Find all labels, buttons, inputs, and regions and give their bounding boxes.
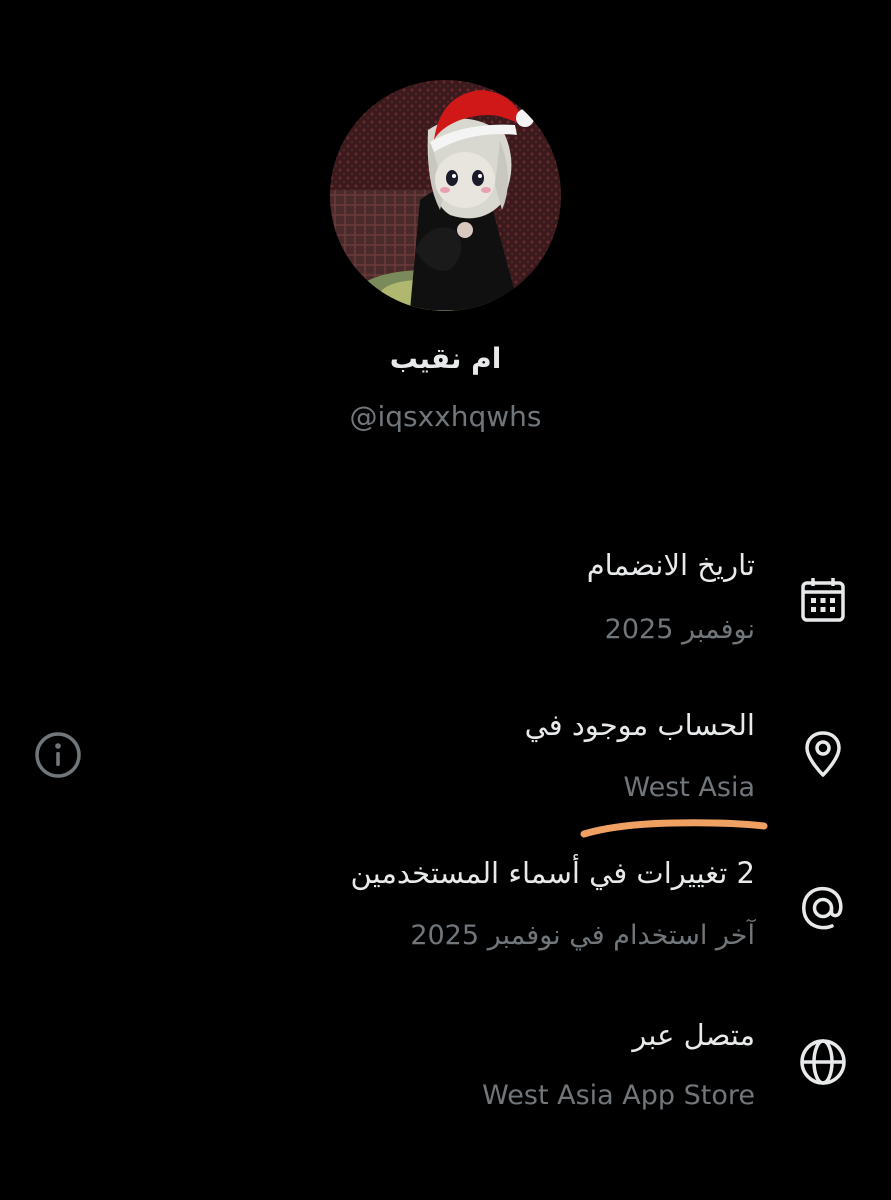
calendar-icon bbox=[797, 574, 849, 626]
connected-via-title: متصل عبر bbox=[632, 1018, 755, 1052]
joined-date-value: نوفمبر 2025 bbox=[604, 614, 755, 645]
globe-icon bbox=[797, 1036, 849, 1088]
joined-date-title: تاريخ الانضمام bbox=[586, 548, 755, 582]
highlight-underline bbox=[578, 816, 770, 840]
profile-avatar[interactable] bbox=[330, 80, 561, 311]
at-sign-icon bbox=[797, 882, 849, 934]
info-icon[interactable] bbox=[32, 729, 84, 781]
account-location-title: الحساب موجود في bbox=[524, 708, 755, 742]
connected-via-value: West Asia App Store bbox=[482, 1080, 755, 1111]
account-location-value: West Asia bbox=[623, 772, 755, 803]
profile-handle: @iqsxxhqwhs bbox=[349, 400, 542, 433]
profile-display-name: ام نقيب bbox=[389, 342, 502, 375]
username-changes-value: آخر استخدام في نوفمبر 2025 bbox=[410, 920, 755, 951]
username-changes-title: 2 تغييرات في أسماء المستخدمين bbox=[350, 856, 755, 890]
location-pin-icon bbox=[797, 728, 849, 780]
avatar-image bbox=[330, 80, 561, 311]
